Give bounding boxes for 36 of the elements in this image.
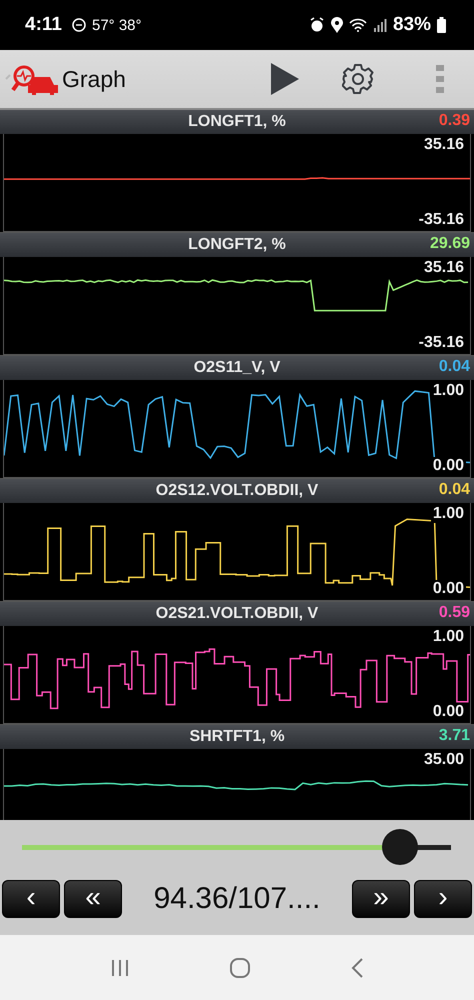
- graph-title: O2S21.VOLT.OBDII, V: [156, 605, 318, 623]
- alarm-icon: [308, 17, 325, 33]
- max-label: 1.00: [430, 505, 466, 523]
- rewind-button[interactable]: «: [64, 880, 122, 918]
- current-value: 0.59: [438, 604, 470, 622]
- location-icon: [330, 17, 343, 33]
- settings-button[interactable]: [342, 63, 374, 95]
- fast-forward-button[interactable]: »: [352, 880, 410, 918]
- play-button[interactable]: [270, 62, 300, 96]
- battery-percent: 83%: [392, 14, 431, 36]
- current-value: 0.39: [438, 112, 470, 130]
- graph-title: O2S12.VOLT.OBDII, V: [156, 482, 318, 500]
- next-button[interactable]: ›: [414, 880, 472, 918]
- previous-button[interactable]: ‹: [2, 880, 60, 918]
- signal-icon: [372, 18, 387, 32]
- current-value: 0.04: [438, 481, 470, 499]
- do-not-disturb-icon: [72, 18, 86, 32]
- current-value: 29.69: [430, 235, 470, 253]
- current-value: 3.71: [438, 727, 470, 745]
- graph-title: SHRTFT1, %: [189, 728, 285, 746]
- graph-title: LONGFT1, %: [188, 113, 286, 131]
- graph-title: O2S11_V, V: [194, 359, 280, 377]
- time-position: 94.36/107....: [152, 882, 322, 916]
- battery-icon: [437, 17, 446, 33]
- wifi-icon: [348, 18, 367, 32]
- home-button[interactable]: [228, 956, 251, 978]
- screen-title: Graph: [62, 66, 126, 92]
- app-logo-button[interactable]: [4, 63, 60, 95]
- current-value: 0.04: [438, 358, 470, 376]
- weather-text: 57° 38°: [92, 16, 142, 34]
- back-button[interactable]: [350, 956, 364, 978]
- car-magnifier-icon: [4, 63, 60, 95]
- status-time: 4:11: [25, 14, 62, 36]
- graph-title: LONGFT2, %: [188, 236, 286, 254]
- recent-apps-button[interactable]: [110, 958, 130, 976]
- time-slider[interactable]: [22, 828, 451, 866]
